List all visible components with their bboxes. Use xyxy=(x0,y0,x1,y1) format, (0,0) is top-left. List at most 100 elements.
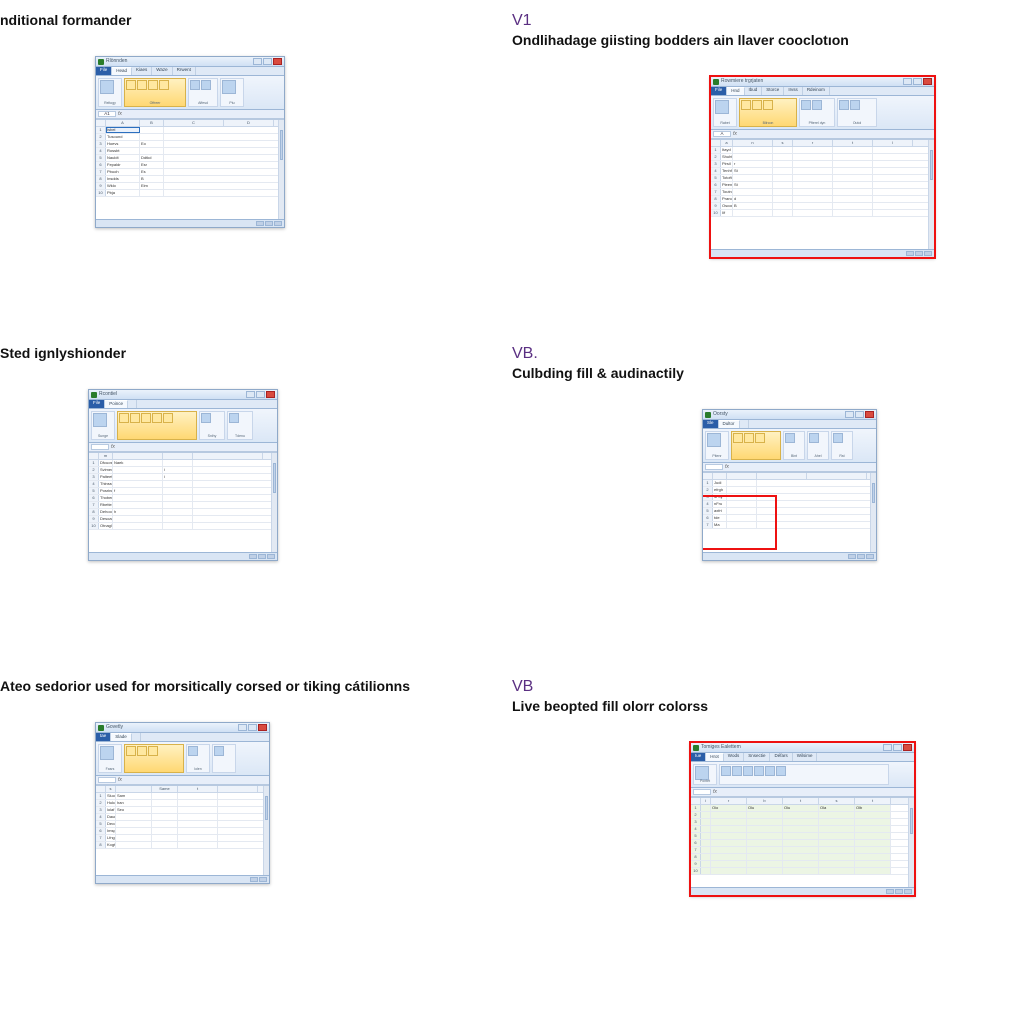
row-header[interactable]: 1 xyxy=(703,480,713,486)
row-header[interactable]: 6 xyxy=(96,828,106,834)
table-row[interactable]: 3Palteetli xyxy=(89,474,277,481)
cell[interactable]: Toutndes xyxy=(721,189,733,195)
ribbon-icon[interactable] xyxy=(765,766,775,776)
view-button[interactable] xyxy=(259,877,267,882)
cell[interactable] xyxy=(727,480,757,486)
close-button[interactable] xyxy=(923,78,932,85)
row-header[interactable]: 10 xyxy=(711,210,721,216)
row-header[interactable]: 9 xyxy=(96,183,106,189)
cell[interactable] xyxy=(783,868,819,874)
cell[interactable] xyxy=(793,168,833,174)
minimize-button[interactable] xyxy=(253,58,262,65)
name-box[interactable] xyxy=(705,464,723,470)
cell[interactable]: han xyxy=(116,800,152,806)
name-box[interactable]: A1 xyxy=(98,111,116,117)
table-row[interactable]: 2Shuhten xyxy=(711,154,934,161)
cell[interactable] xyxy=(793,154,833,160)
maximize-button[interactable] xyxy=(855,411,864,418)
row-header[interactable]: 8 xyxy=(691,854,701,860)
cell[interactable]: Otnagl xyxy=(99,523,113,529)
tab[interactable] xyxy=(128,400,137,408)
cell[interactable]: Ola xyxy=(819,805,855,811)
row-header[interactable]: 3 xyxy=(96,807,106,813)
scrollbar-vertical[interactable] xyxy=(271,453,277,552)
cell[interactable] xyxy=(793,210,833,216)
col-header[interactable] xyxy=(116,786,152,792)
col-header[interactable]: b xyxy=(747,798,783,804)
ribbon-icon[interactable] xyxy=(743,766,753,776)
cell[interactable]: Iif xyxy=(721,210,733,216)
table-row[interactable]: 5PosrinnCekaf xyxy=(89,488,277,495)
cell[interactable] xyxy=(793,161,833,167)
cell[interactable] xyxy=(833,175,873,181)
ribbon-icon[interactable] xyxy=(222,80,236,94)
worksheet[interactable]: A B C D 1Isbel2Tusound3HoevsEo4Rossbt5Na… xyxy=(96,119,284,219)
cell[interactable] xyxy=(113,516,163,522)
cell[interactable] xyxy=(178,800,218,806)
minimize-button[interactable] xyxy=(883,744,892,751)
cell[interactable] xyxy=(163,481,193,487)
cell[interactable] xyxy=(773,210,793,216)
cell[interactable] xyxy=(140,190,164,196)
cell[interactable]: Imspdl xyxy=(106,828,116,834)
cell[interactable] xyxy=(701,840,711,846)
row-header[interactable]: 2 xyxy=(96,800,106,806)
cell[interactable] xyxy=(793,147,833,153)
row-header[interactable]: 6 xyxy=(96,162,106,168)
col-header[interactable] xyxy=(218,786,258,792)
close-button[interactable] xyxy=(258,724,267,731)
cell[interactable] xyxy=(833,196,873,202)
ribbon-icon[interactable] xyxy=(755,433,765,443)
cell[interactable] xyxy=(152,800,178,806)
ribbon-icon[interactable] xyxy=(126,80,136,90)
cell[interactable] xyxy=(793,182,833,188)
ribbon-icon[interactable] xyxy=(130,413,140,423)
cell[interactable] xyxy=(819,854,855,860)
cell[interactable] xyxy=(783,812,819,818)
ribbon-icon[interactable] xyxy=(201,413,211,423)
cell[interactable] xyxy=(855,847,891,853)
col-header[interactable]: i xyxy=(701,798,711,804)
ribbon-icon[interactable] xyxy=(812,100,822,110)
col-header[interactable]: a xyxy=(721,140,733,146)
cell[interactable]: lolaf xyxy=(106,807,116,813)
cell[interactable] xyxy=(178,842,218,848)
cell[interactable]: Thobent xyxy=(99,495,113,501)
cell[interactable]: PosrinnCeka xyxy=(99,488,113,494)
view-button[interactable] xyxy=(848,554,856,559)
cell[interactable] xyxy=(116,814,152,820)
row-header[interactable]: 5 xyxy=(89,488,99,494)
cell[interactable] xyxy=(163,460,193,466)
cell[interactable] xyxy=(711,861,747,867)
close-button[interactable] xyxy=(903,744,912,751)
cell[interactable] xyxy=(727,487,757,493)
table-row[interactable]: 10Pbja xyxy=(96,190,284,197)
view-button[interactable] xyxy=(265,221,273,226)
ribbon-icon[interactable] xyxy=(752,100,762,110)
cell[interactable]: B xyxy=(733,203,773,209)
cell[interactable] xyxy=(747,854,783,860)
cell[interactable] xyxy=(855,833,891,839)
cell[interactable] xyxy=(178,793,218,799)
cell[interactable]: Isbel xyxy=(106,127,140,133)
tab[interactable]: Waze xyxy=(152,67,172,75)
table-row[interactable]: 7PbuohEs xyxy=(96,169,284,176)
minimize-button[interactable] xyxy=(238,724,247,731)
cell[interactable] xyxy=(833,147,873,153)
row-header[interactable]: 9 xyxy=(711,203,721,209)
ribbon-icon[interactable] xyxy=(741,100,751,110)
ribbon-icon[interactable] xyxy=(839,100,849,110)
tab[interactable]: Rrwent xyxy=(173,67,196,75)
col-header[interactable]: A xyxy=(106,120,140,126)
col-header[interactable]: C xyxy=(164,120,224,126)
ribbon-icon[interactable] xyxy=(733,433,743,443)
cell[interactable] xyxy=(140,127,164,133)
worksheet[interactable]: sSamet 1SluodSam2Hukonehan3lolafSeo4Daun… xyxy=(96,785,269,875)
ribbon-icon[interactable] xyxy=(148,80,158,90)
minimize-button[interactable] xyxy=(246,391,255,398)
cell[interactable] xyxy=(178,807,218,813)
cell[interactable] xyxy=(855,868,891,874)
col-header[interactable]: s xyxy=(106,786,116,792)
cell[interactable] xyxy=(701,826,711,832)
cell[interactable] xyxy=(793,189,833,195)
